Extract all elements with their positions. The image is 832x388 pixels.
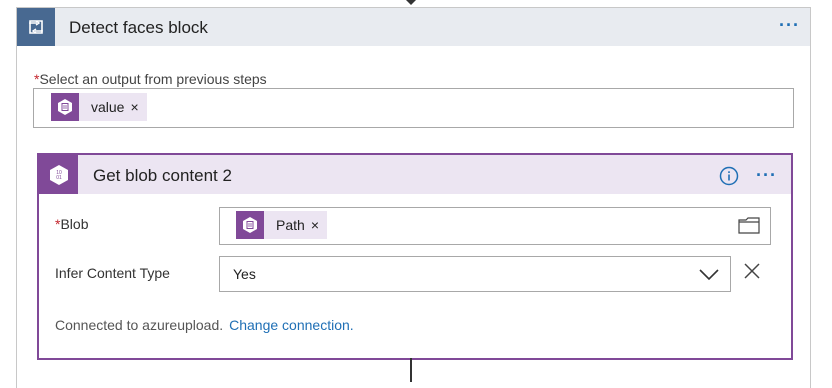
blob-field[interactable]: Path × <box>219 207 771 245</box>
blob-storage-icon <box>51 93 79 121</box>
select-output-label: *Select an output from previous steps <box>34 71 267 87</box>
flow-connector-top <box>406 0 416 5</box>
blob-storage-icon: 10 01 <box>39 155 78 194</box>
get-blob-content-card: 10 01 Get blob content 2 ··· *Blob Path … <box>37 153 793 360</box>
infer-content-type-value: Yes <box>233 266 256 282</box>
close-icon[interactable] <box>743 262 761 285</box>
change-connection-link[interactable]: Change connection. <box>229 317 354 333</box>
blob-storage-icon <box>236 211 264 239</box>
infer-content-type-select[interactable]: Yes <box>219 256 731 292</box>
folder-icon[interactable] <box>738 217 760 239</box>
foreach-block: Detect faces block ··· *Select an output… <box>16 7 811 388</box>
connection-text: Connected to azureupload. <box>55 317 224 333</box>
token-remove-button[interactable]: × <box>130 99 146 115</box>
foreach-header[interactable]: Detect faces block ··· <box>17 8 810 46</box>
svg-text:01: 01 <box>56 175 62 181</box>
chevron-down-icon <box>698 267 720 286</box>
token-label: Path <box>276 217 305 233</box>
token-remove-button[interactable]: × <box>311 217 327 233</box>
blob-label: *Blob <box>55 216 89 232</box>
token-path[interactable]: Path × <box>236 211 327 239</box>
infer-content-type-label: Infer Content Type <box>55 265 170 281</box>
action-header[interactable]: 10 01 Get blob content 2 ··· <box>39 155 791 194</box>
foreach-title: Detect faces block <box>69 18 208 37</box>
select-output-field[interactable]: value × <box>33 88 794 128</box>
token-value[interactable]: value × <box>51 93 147 121</box>
token-label: value <box>91 99 125 115</box>
action-title: Get blob content 2 <box>93 166 232 185</box>
foreach-menu-button[interactable]: ··· <box>779 16 800 34</box>
action-menu-button[interactable]: ··· <box>756 166 777 184</box>
connection-status: Connected to azureupload. Change connecti… <box>55 317 354 333</box>
loop-icon <box>17 8 55 46</box>
flow-connector-bottom <box>410 358 412 382</box>
info-icon[interactable] <box>719 166 739 191</box>
